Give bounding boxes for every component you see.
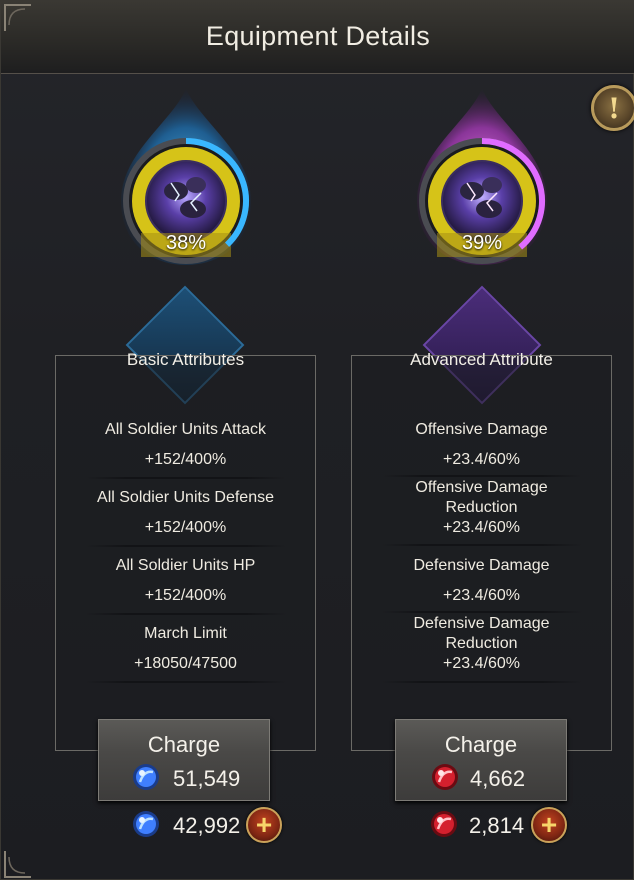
attribute-name: Offensive Damage xyxy=(415,421,548,438)
attribute-name: All Soldier Units Attack xyxy=(105,421,266,438)
divider xyxy=(86,613,286,615)
add-red-orbs-button[interactable]: + xyxy=(531,807,567,843)
attribute-name: All Soldier Units Defense xyxy=(97,489,274,506)
attribute-name: Reduction xyxy=(445,635,518,652)
header-bar: Equipment Details xyxy=(1,1,634,74)
panel-title: Basic Attributes xyxy=(126,350,245,369)
attribute-value: +152/400% xyxy=(144,519,227,536)
attribute-name: Offensive Damage xyxy=(415,479,548,496)
advanced-gem-progress[interactable]: 39% xyxy=(397,83,567,273)
plus-icon: + xyxy=(255,809,273,840)
attribute-value: +23.4/60% xyxy=(443,519,520,536)
advanced-charge-button[interactable]: Charge 4,662 xyxy=(395,719,567,801)
advanced-attribute-panel: Advanced Attribute Offensive Damage +23.… xyxy=(351,350,612,751)
red-orb-icon xyxy=(431,811,457,837)
red-orb-icon xyxy=(432,764,458,790)
exclamation-icon: ! xyxy=(607,92,621,125)
basic-gem-progress[interactable]: 38% xyxy=(101,83,271,273)
attribute-value: +152/400% xyxy=(144,451,227,468)
attribute-name: Defensive Damage xyxy=(413,557,550,574)
panel-title: Advanced Attribute xyxy=(410,350,553,369)
divider xyxy=(382,475,582,477)
attribute-value: +18050/47500 xyxy=(134,655,237,672)
divider xyxy=(382,544,582,546)
charge-cost: 51,549 xyxy=(173,766,241,791)
attribute-name: All Soldier Units HP xyxy=(115,557,256,574)
blue-orb-icon xyxy=(133,764,159,790)
owned-amount: 42,992 xyxy=(173,813,241,838)
divider xyxy=(382,611,582,613)
corner-ornament-icon xyxy=(4,851,31,878)
basic-charge-button[interactable]: Charge 51,549 xyxy=(98,719,270,801)
plus-icon: + xyxy=(540,809,558,840)
divider xyxy=(86,477,286,479)
divider xyxy=(86,545,286,547)
info-button[interactable]: ! xyxy=(591,85,634,131)
progress-percent: 38% xyxy=(165,232,207,254)
blue-orb-icon xyxy=(133,811,159,837)
progress-percent: 39% xyxy=(461,232,503,254)
divider xyxy=(86,681,286,683)
attribute-value: +152/400% xyxy=(144,587,227,604)
charge-label: Charge xyxy=(444,732,518,757)
attribute-name: March Limit xyxy=(144,625,227,642)
page-title: Equipment Details xyxy=(205,21,431,51)
attribute-name: Defensive Damage xyxy=(413,615,550,632)
equipment-details-window: Equipment Details ! 38% 39% Basic Attrib… xyxy=(0,0,634,880)
basic-attributes-panel: Basic Attributes All Soldier Units Attac… xyxy=(55,350,316,751)
attribute-value: +23.4/60% xyxy=(443,587,520,604)
attribute-value: +23.4/60% xyxy=(443,655,520,672)
charge-cost: 4,662 xyxy=(470,766,526,791)
attribute-name: Reduction xyxy=(445,499,518,516)
owned-amount: 2,814 xyxy=(469,813,525,838)
divider xyxy=(382,681,582,683)
charge-label: Charge xyxy=(147,732,221,757)
attribute-value: +23.4/60% xyxy=(443,451,520,468)
add-blue-orbs-button[interactable]: + xyxy=(246,807,282,843)
